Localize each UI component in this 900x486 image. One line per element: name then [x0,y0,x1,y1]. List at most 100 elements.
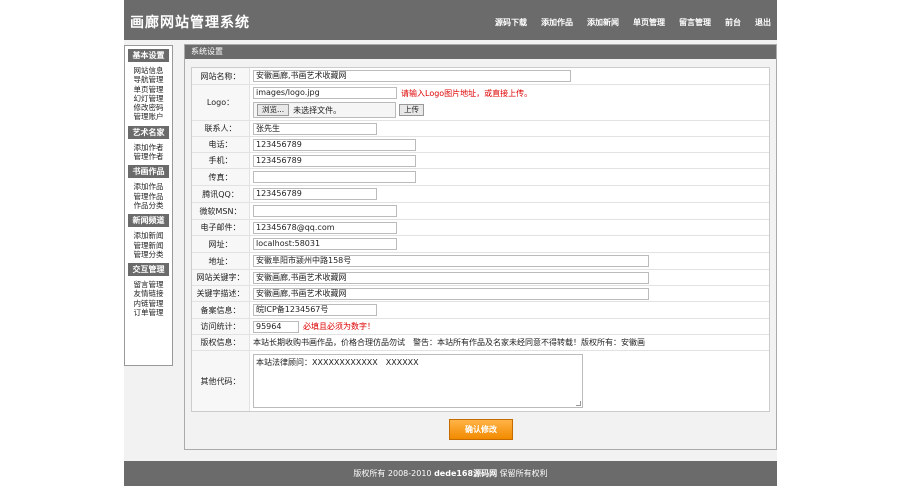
sidebar-group-news: 新闻频道 添加新闻 管理新闻 管理分类 [125,214,172,259]
sidebar-item-site-info[interactable]: 网站信息 [125,66,172,75]
sidebar-item-manage-news[interactable]: 管理新闻 [125,241,172,250]
description-label: 关键字描述： [192,286,250,301]
fax-input[interactable] [253,171,416,183]
sidebar-item-work-category[interactable]: 作品分类 [125,201,172,210]
sidebar-item-slide-manage[interactable]: 幻灯管理 [125,94,172,103]
mobile-label: 手机： [192,153,250,168]
row-keywords: 网站关键字： 安徽画廊,书画艺术收藏网 [192,270,769,286]
nav-logout[interactable]: 退出 [755,17,771,28]
sidebar-item-manage-work[interactable]: 管理作品 [125,192,172,201]
sidebar: 基本设置 网站信息 导航管理 单页管理 幻灯管理 修改密码 管理账户 艺术名家 … [124,45,173,366]
footer: 版权所有 2008-2010 dede168源码网 保留所有权利 [124,461,777,486]
row-logo: Logo： images/logo.jpg 请输入Logo图片地址，或直接上传。… [192,85,769,121]
sidebar-item-friend-links[interactable]: 友情链接 [125,289,172,298]
nav-page-manage[interactable]: 单页管理 [633,17,665,28]
sidebar-item-nav-manage[interactable]: 导航管理 [125,75,172,84]
qq-label: 腾讯QQ： [192,186,250,202]
row-mobile: 手机： 123456789 [192,153,769,169]
upload-button[interactable]: 上传 [399,104,424,116]
contact-label: 联系人： [192,121,250,136]
row-description: 关键字描述： 安徽画廊,书画艺术收藏网 [192,286,769,302]
fax-label: 传真： [192,169,250,185]
email-input[interactable]: 12345678@qq.com [253,221,397,234]
footer-suffix: 保留所有权利 [497,469,548,478]
stats-label: 访问统计： [192,319,250,334]
nav-message-manage[interactable]: 留言管理 [679,17,711,28]
email-label: 电子邮件： [192,220,250,235]
sidebar-item-news-category[interactable]: 管理分类 [125,250,172,259]
url-input[interactable]: localhost:58031 [253,238,397,250]
sidebar-group-title: 交互管理 [128,263,169,277]
settings-form: 网站名称： 安徽画廊,书画艺术收藏网 Logo： images/logo.jpg… [191,67,770,412]
phone-input[interactable]: 123456789 [253,138,416,151]
sidebar-item-add-author[interactable]: 添加作者 [125,143,172,152]
panel-title: 系统设置 [185,45,776,59]
other-code-textarea[interactable]: 本站法律顾问：XXXXXXXXXXXX XXXXXX [253,354,583,408]
phone-label: 电话： [192,137,250,152]
footer-brand-link[interactable]: dede168源码网 [434,469,497,478]
footer-prefix: 版权所有 2008-2010 [353,469,435,478]
browse-button[interactable]: 浏览... [257,104,290,116]
sidebar-group-title: 基本设置 [128,49,169,62]
keywords-label: 网站关键字： [192,270,250,285]
icp-input[interactable]: 皖ICP备1234567号 [253,304,377,316]
row-url: 网址： localhost:58031 [192,236,769,253]
row-other-code: 其他代码： 本站法律顾问：XXXXXXXXXXXX XXXXXX [192,351,769,411]
file-picker[interactable]: 浏览... 未选择文件。 [253,102,396,118]
top-nav: 源码下载 添加作品 添加新闻 单页管理 留言管理 前台 退出 [481,17,771,28]
resize-grip-icon[interactable] [576,401,581,406]
sidebar-item-manage-account[interactable]: 管理账户 [125,112,172,121]
nav-add-news[interactable]: 添加新闻 [587,17,619,28]
site-name-label: 网站名称： [192,68,250,84]
row-site-name: 网站名称： 安徽画廊,书画艺术收藏网 [192,68,769,85]
msn-input[interactable] [253,205,397,217]
other-code-label: 其他代码： [192,351,250,411]
logo-hint: 请输入Logo图片地址，或直接上传。 [401,88,533,98]
nav-source-download[interactable]: 源码下载 [495,17,527,28]
logo-input[interactable]: images/logo.jpg [253,87,397,99]
logo-label: Logo： [192,85,250,120]
stats-input[interactable]: 95964 [253,320,299,333]
sidebar-item-order-manage[interactable]: 订单管理 [125,308,172,317]
nav-frontend[interactable]: 前台 [725,17,741,28]
row-phone: 电话： 123456789 [192,137,769,153]
confirm-button[interactable]: 确认修改 [449,419,513,440]
sidebar-group-title: 艺术名家 [128,125,169,139]
no-file-text: 未选择文件。 [293,105,342,115]
keywords-input[interactable]: 安徽画廊,书画艺术收藏网 [253,271,649,284]
contact-input[interactable]: 张先生 [253,122,377,135]
row-address: 地址： 安徽阜阳市颍州中路158号 [192,253,769,270]
sidebar-item-add-news[interactable]: 添加新闻 [125,231,172,240]
mobile-input[interactable]: 123456789 [253,154,416,167]
site-title: 画廊网站管理系统 [130,15,250,31]
sidebar-group-works: 书画作品 添加作品 管理作品 作品分类 [125,165,172,210]
row-icp: 备案信息： 皖ICP备1234567号 [192,302,769,319]
site-name-input[interactable]: 安徽画廊,书画艺术收藏网 [253,70,571,82]
address-input[interactable]: 安徽阜阳市颍州中路158号 [253,255,649,267]
sidebar-group-basic: 基本设置 网站信息 导航管理 单页管理 幻灯管理 修改密码 管理账户 [125,49,172,122]
sidebar-item-inner-links[interactable]: 内链管理 [125,299,172,308]
top-bar: 画廊网站管理系统 源码下载 添加作品 添加新闻 单页管理 留言管理 前台 退出 [124,0,777,40]
row-fax: 传真： [192,169,769,186]
row-msn: 微软MSN： [192,203,769,220]
row-stats: 访问统计： 95964 必填且必须为数字！ [192,319,769,335]
settings-panel: 系统设置 网站名称： 安徽画廊,书画艺术收藏网 Logo： images/log… [184,44,777,450]
sidebar-item-manage-author[interactable]: 管理作者 [125,152,172,161]
address-label: 地址： [192,253,250,269]
sidebar-item-add-work[interactable]: 添加作品 [125,182,172,191]
icp-label: 备案信息： [192,302,250,318]
msn-label: 微软MSN： [192,203,250,219]
sidebar-group-artists: 艺术名家 添加作者 管理作者 [125,125,172,162]
row-qq: 腾讯QQ： 123456789 [192,186,769,203]
sidebar-group-title: 书画作品 [128,165,169,179]
row-email: 电子邮件： 12345678@qq.com [192,220,769,236]
description-input[interactable]: 安徽画廊,书画艺术收藏网 [253,287,649,300]
row-contact: 联系人： 张先生 [192,121,769,137]
other-code-text: 本站法律顾问：XXXXXXXXXXXX XXXXXX [256,358,419,367]
qq-input[interactable]: 123456789 [253,188,377,200]
copyright-label: 版权信息： [192,335,250,350]
stats-hint: 必填且必须为数字！ [303,322,375,331]
copyright-text[interactable]: 本站长期收购书画作品，价格合理仿品勿试 警告：本站所有作品及名家未经同意不得转载… [253,337,765,348]
nav-add-work[interactable]: 添加作品 [541,17,573,28]
sidebar-item-page-manage[interactable]: 单页管理 [125,85,172,94]
